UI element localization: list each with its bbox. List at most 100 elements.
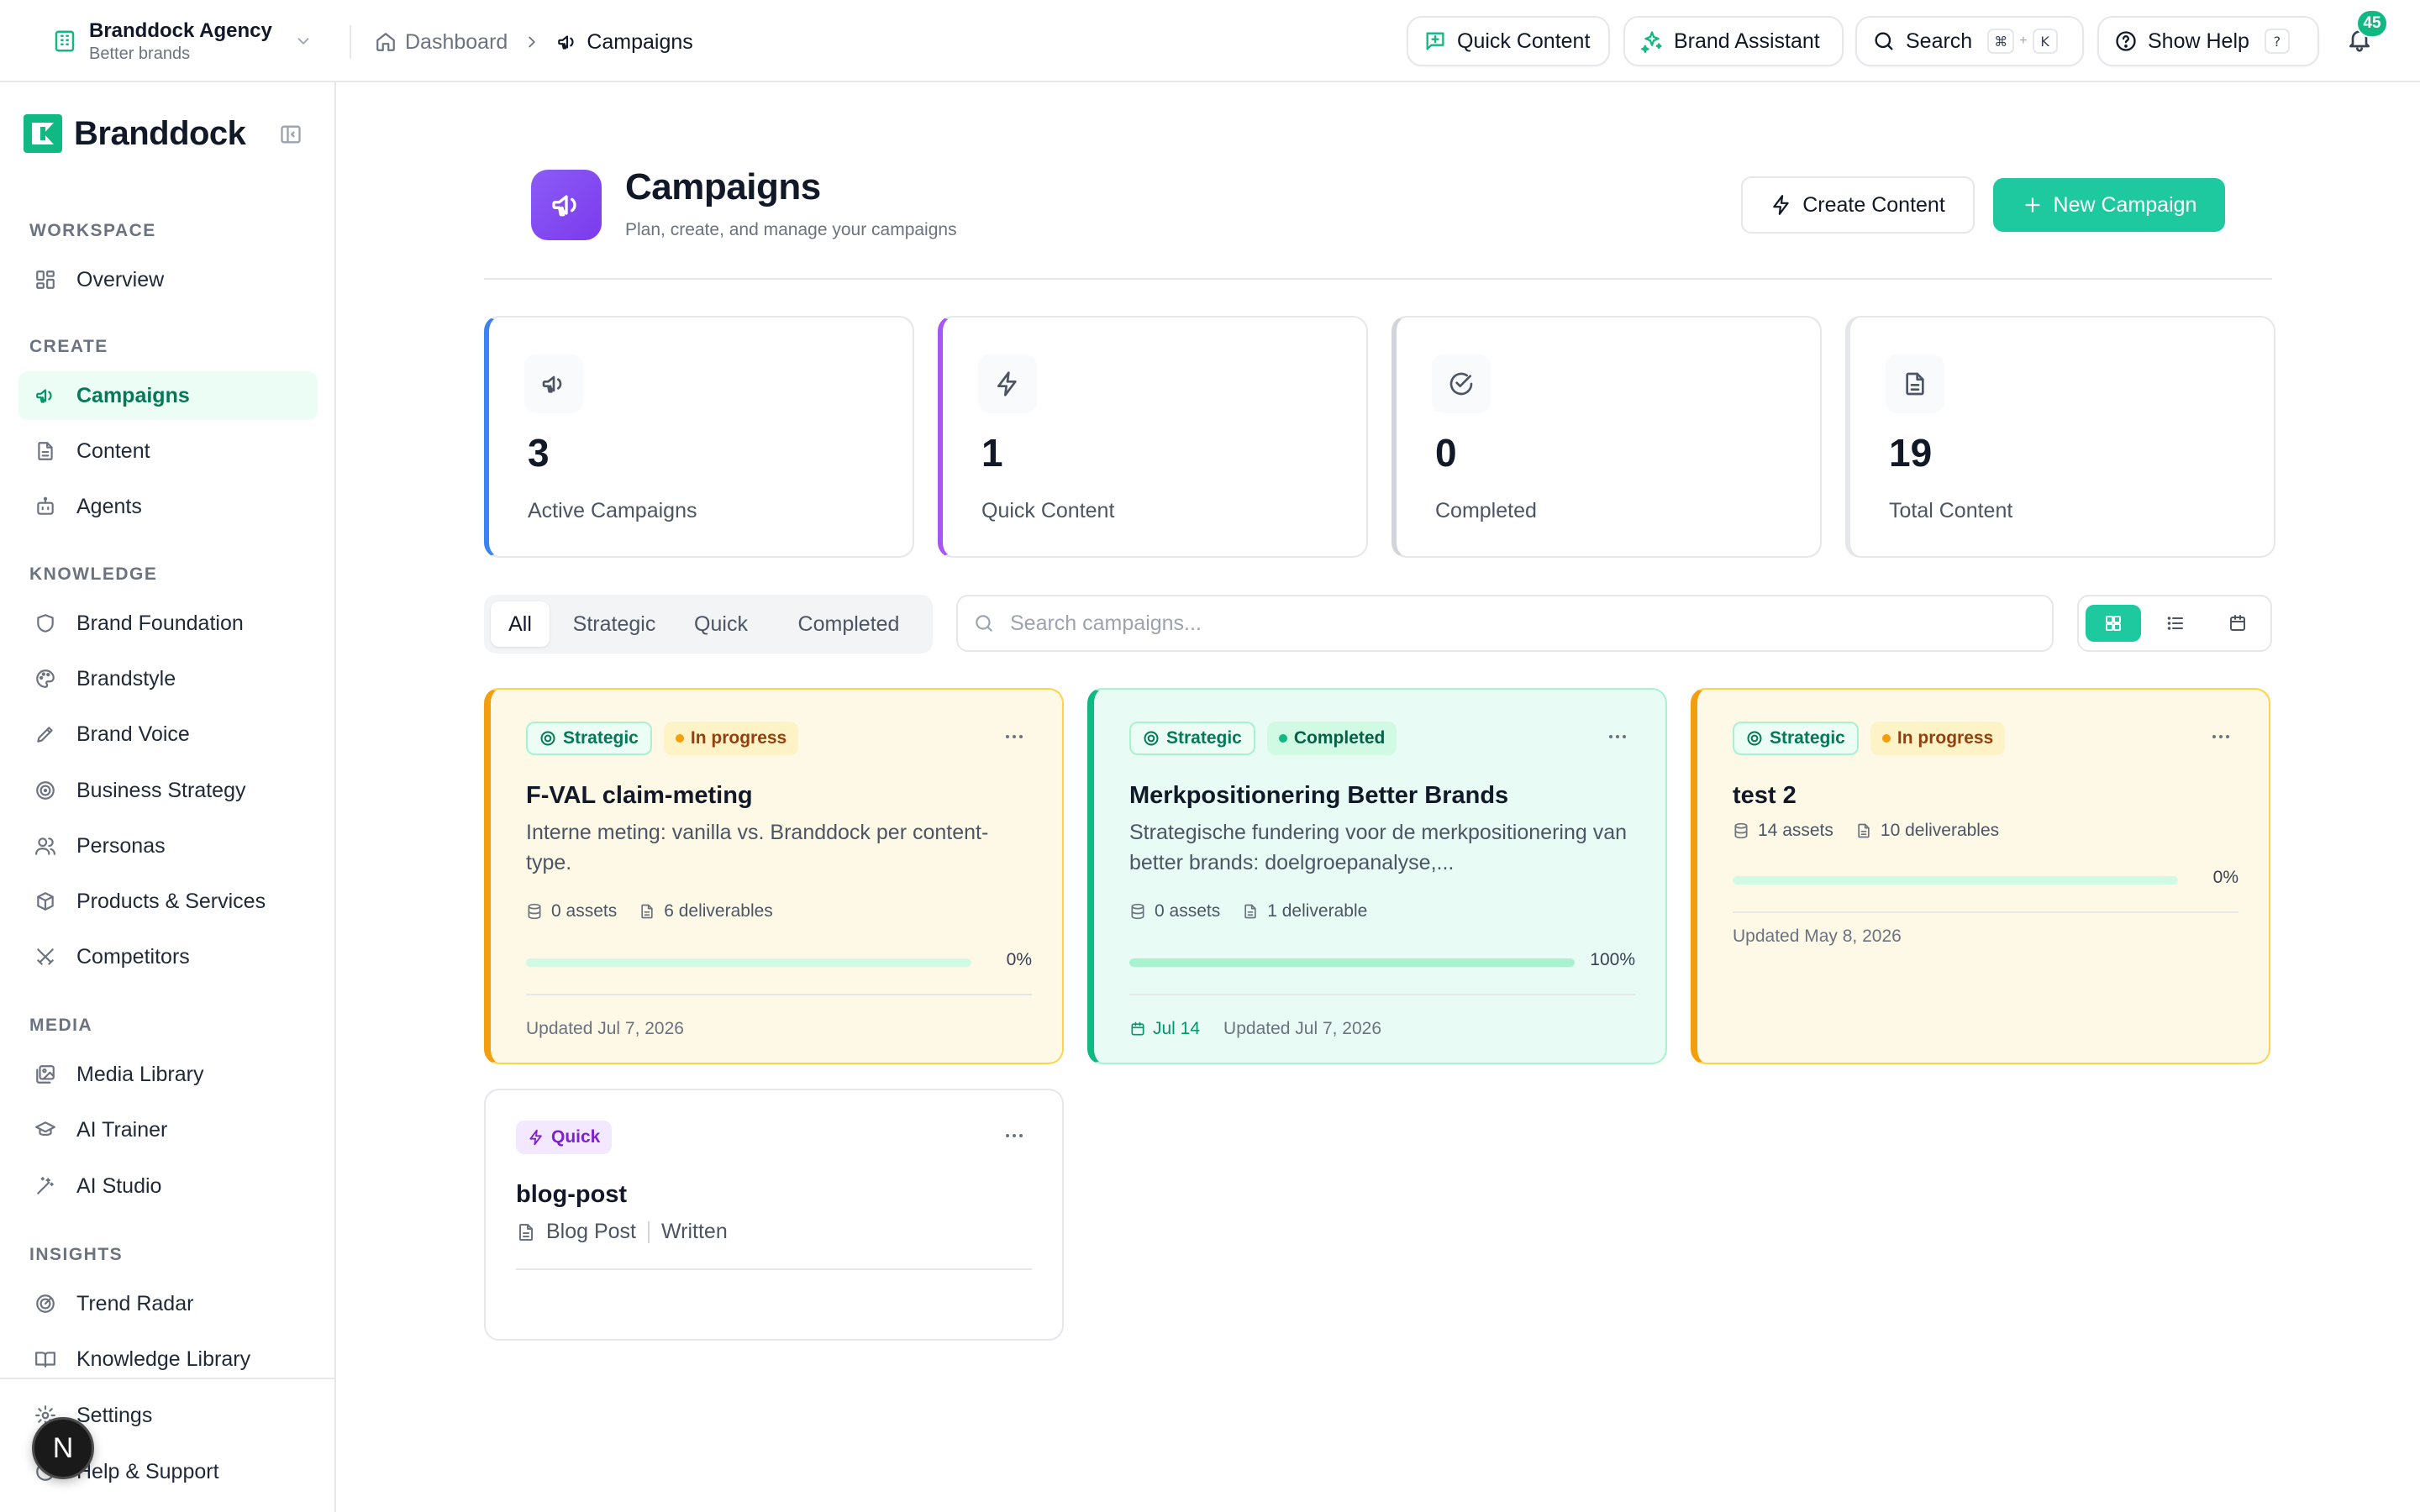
target-icon: [36, 781, 55, 800]
more-options-icon[interactable]: [2208, 727, 2233, 747]
type-badge: Strategic: [526, 722, 652, 755]
branddock-logo-icon: [24, 114, 62, 153]
deliverables-count: 1 deliverable: [1267, 901, 1368, 921]
calendar-icon: [1131, 1021, 1144, 1036]
status-badge: In progress: [663, 722, 799, 755]
sidebar-item-brand-foundation[interactable]: Brand Foundation: [18, 599, 318, 648]
content-type: Blog Post: [546, 1220, 637, 1243]
swords-icon: [37, 948, 54, 965]
tab-completed[interactable]: Completed: [771, 601, 926, 647]
target-icon: [540, 731, 555, 746]
brand-name: Branddock: [74, 114, 246, 152]
section-create: CREATE: [29, 337, 108, 356]
breadcrumb-dashboard[interactable]: Dashboard: [375, 30, 508, 55]
campaign-card[interactable]: Strategic In progress F-VAL claim-meting…: [484, 688, 1064, 1064]
lightning-icon: [529, 1129, 542, 1146]
sidebar-item-trend-radar[interactable]: Trend Radar: [18, 1279, 318, 1328]
assets-count: 0 assets: [551, 901, 618, 921]
sidebar-item-media-library[interactable]: Media Library: [18, 1050, 318, 1099]
tab-quick[interactable]: Quick: [677, 601, 765, 647]
list-icon: [2167, 617, 2183, 630]
progress-bar: [1733, 876, 2178, 885]
lightning-icon: [997, 371, 1017, 396]
calendar-view-button[interactable]: [2210, 605, 2265, 642]
type-badge: Quick: [516, 1121, 613, 1154]
campaign-title: Merkpositionering Better Brands: [1129, 782, 1509, 809]
campaign-card[interactable]: Quick blog-post Blog Post Written: [484, 1089, 1064, 1341]
sidebar-item-products-services[interactable]: Products & Services: [18, 877, 318, 926]
sidebar-item-agents[interactable]: Agents: [18, 482, 318, 531]
workspace-switcher[interactable]: Branddock Agency Better brands: [52, 17, 313, 66]
section-media: MEDIA: [29, 1016, 93, 1035]
magic-wand-icon: [37, 1177, 54, 1194]
new-campaign-button[interactable]: New Campaign: [1993, 178, 2225, 232]
brand-logo[interactable]: Branddock: [24, 114, 246, 153]
stat-value: 3: [528, 431, 550, 475]
sidebar-item-overview[interactable]: Overview: [18, 255, 318, 304]
package-icon: [37, 892, 54, 911]
sidebar-item-competitors[interactable]: Competitors: [18, 932, 318, 981]
sidebar-item-campaigns[interactable]: Campaigns: [18, 371, 318, 420]
message-plus-icon: [1426, 32, 1444, 50]
brand-assistant-button[interactable]: Brand Assistant: [1623, 16, 1844, 66]
book-open-icon: [35, 1352, 55, 1368]
target-icon: [1747, 731, 1762, 746]
breadcrumb: Dashboard Campaigns: [375, 25, 693, 59]
stat-card-quick-content: 1 Quick Content: [938, 316, 1368, 558]
progress-label: 0%: [1006, 950, 1032, 969]
quick-content-button[interactable]: Quick Content: [1407, 16, 1610, 66]
more-options-icon[interactable]: [1002, 1126, 1027, 1146]
stat-label: Total Content: [1889, 499, 2013, 522]
dev-tools-button[interactable]: N: [32, 1417, 94, 1479]
deliverables-count: 10 deliverables: [1880, 821, 2000, 840]
database-icon: [1734, 822, 1748, 839]
document-icon: [519, 1223, 533, 1241]
sidebar-item-personas[interactable]: Personas: [18, 822, 318, 870]
graduation-cap-icon: [35, 1121, 55, 1137]
tab-all[interactable]: All: [491, 601, 550, 647]
shortcut-key-cmd: ⌘: [1987, 29, 2015, 54]
create-content-button[interactable]: Create Content: [1741, 176, 1975, 234]
document-icon: [1858, 823, 1870, 838]
show-help-button[interactable]: Show Help ?: [2097, 16, 2319, 66]
megaphone-icon: [552, 195, 576, 217]
more-options-icon[interactable]: [1605, 727, 1630, 747]
campaign-title: test 2: [1733, 782, 1797, 809]
help-circle-icon: [2116, 31, 2136, 51]
notification-badge: 45: [2356, 9, 2388, 38]
section-workspace: WORKSPACE: [29, 221, 156, 240]
bot-icon: [37, 496, 54, 515]
sidebar-item-business-strategy[interactable]: Business Strategy: [18, 766, 318, 815]
type-badge: Strategic: [1129, 722, 1255, 755]
stat-label: Quick Content: [981, 499, 1115, 522]
sidebar-item-knowledge-library[interactable]: Knowledge Library: [18, 1335, 318, 1383]
grid-view-button[interactable]: [2086, 605, 2141, 642]
filter-tabs: All Strategic Quick Completed: [484, 595, 933, 654]
search-input[interactable]: [1010, 611, 2018, 636]
sidebar-collapse-icon[interactable]: [279, 123, 302, 146]
campaign-card[interactable]: Strategic In progress test 2 14 assets 1…: [1691, 688, 2270, 1064]
megaphone-icon: [542, 375, 562, 393]
shortcut-key-help: ?: [2264, 29, 2290, 54]
campaign-card[interactable]: Strategic Completed Merkpositionering Be…: [1087, 688, 1667, 1064]
chevron-down-icon: [297, 38, 309, 45]
updated-date: Updated Jul 7, 2026: [526, 1019, 684, 1038]
sidebar-item-ai-studio[interactable]: AI Studio: [18, 1162, 318, 1210]
sidebar-item-brand-voice[interactable]: Brand Voice: [18, 710, 318, 759]
building-icon: [55, 30, 75, 52]
search-button[interactable]: Search ⌘ + K: [1855, 16, 2084, 66]
tab-strategic[interactable]: Strategic: [558, 601, 671, 647]
section-insights: INSIGHTS: [29, 1245, 124, 1264]
campaign-description: Interne meting: vanilla vs. Branddock pe…: [526, 821, 989, 874]
view-toggle: [2077, 595, 2272, 652]
divider: [1733, 911, 2238, 913]
divider: [484, 278, 2272, 280]
database-icon: [528, 903, 541, 920]
divider: [0, 1378, 336, 1379]
list-view-button[interactable]: [2148, 605, 2203, 642]
sidebar-item-brandstyle[interactable]: Brandstyle: [18, 654, 318, 703]
search-campaigns: [956, 595, 2054, 652]
sidebar-item-ai-trainer[interactable]: AI Trainer: [18, 1105, 318, 1154]
more-options-icon[interactable]: [1002, 727, 1027, 747]
sidebar-item-content[interactable]: Content: [18, 427, 318, 475]
